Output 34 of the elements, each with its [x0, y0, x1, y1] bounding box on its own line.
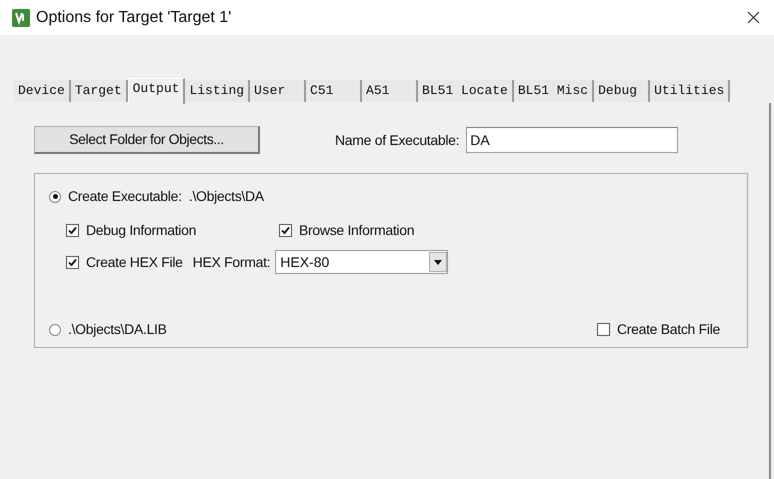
checkbox[interactable] [279, 224, 292, 237]
create-executable-radio[interactable]: Create Executable: .\Objects\DA [49, 186, 720, 207]
tab[interactable]: Output [128, 78, 186, 104]
app-logo-icon [12, 8, 30, 26]
tab[interactable]: User [250, 80, 306, 102]
checkmark-icon [68, 258, 77, 266]
create-hex-file-checkbox[interactable]: Create HEX File [66, 252, 183, 272]
create-batch-file-checkbox[interactable]: Create Batch File [596, 319, 720, 340]
tab[interactable]: BL51 Locate [418, 80, 514, 102]
hex-format-dropdown[interactable]: HEX-80 [275, 250, 448, 274]
browse-information-checkbox[interactable]: Browse Information [279, 220, 414, 241]
select-folder-button[interactable]: Select Folder for Objects... [34, 126, 260, 154]
close-icon[interactable] [747, 11, 760, 24]
tab[interactable]: C51 [306, 80, 362, 102]
checkmark-icon [68, 226, 77, 235]
radio-button[interactable] [49, 190, 61, 202]
radio-button[interactable] [49, 324, 61, 336]
tab[interactable]: Device [14, 80, 71, 102]
checkmark-icon [281, 226, 290, 235]
field-label: HEX Format: [192, 252, 270, 272]
field-label: Name of Executable: [335, 130, 460, 150]
tab[interactable]: BL51 Misc [514, 80, 594, 102]
checkbox[interactable] [66, 256, 79, 268]
tab[interactable]: Debug [594, 80, 650, 102]
executable-name-field[interactable]: DA [466, 127, 678, 153]
window-title: Options for Target 'Target 1' [36, 8, 232, 28]
create-library-radio[interactable]: .\Objects\DA.LIB [49, 319, 167, 340]
tab[interactable]: Listing [185, 80, 250, 102]
tab[interactable]: Utilities [650, 80, 730, 102]
checkbox[interactable] [66, 224, 79, 237]
checkbox[interactable] [596, 323, 610, 336]
tab[interactable]: Target [70, 80, 128, 102]
tab[interactable]: A51 [362, 80, 418, 102]
debug-information-checkbox[interactable]: Debug Information [66, 220, 279, 241]
